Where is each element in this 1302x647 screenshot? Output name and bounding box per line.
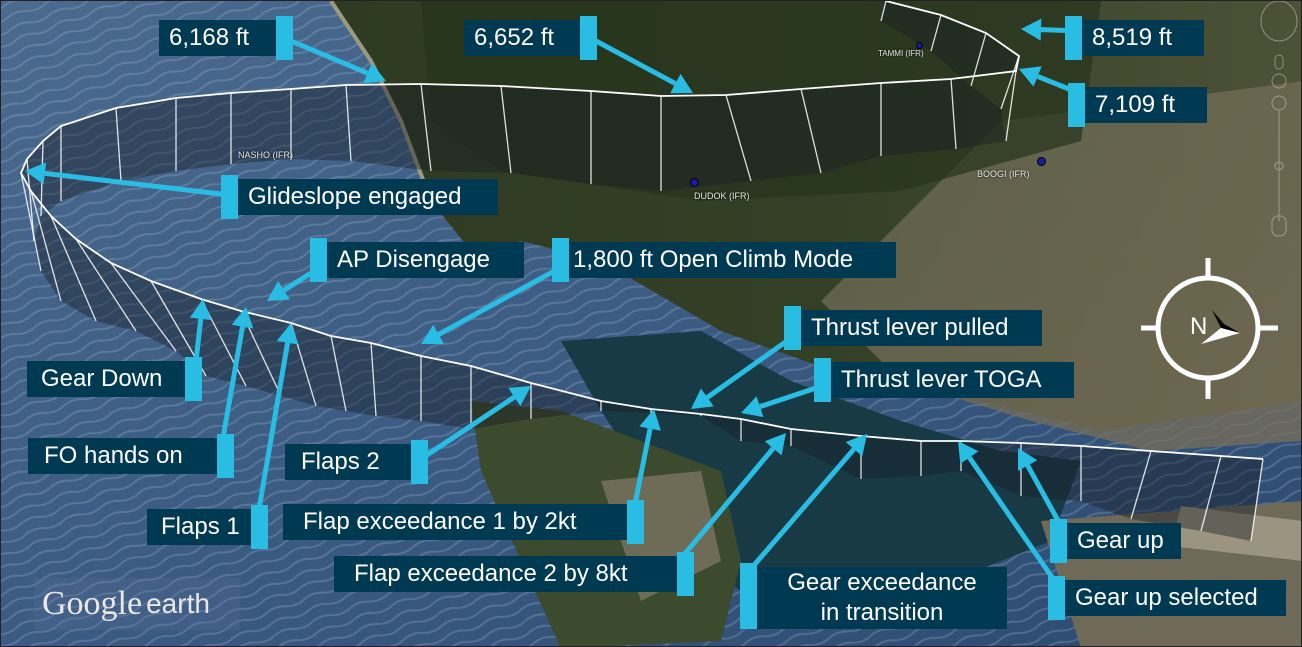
event-label-text: FO hands on bbox=[44, 442, 183, 469]
event-label-text: Thrust lever pulled bbox=[811, 314, 1009, 341]
label-tab bbox=[221, 175, 238, 219]
altitude-label: 8,519 ft bbox=[1065, 16, 1204, 60]
arrow-head-icon bbox=[1021, 18, 1042, 41]
label-tab bbox=[552, 238, 569, 282]
event-label-text: Flaps 2 bbox=[301, 448, 380, 475]
arrow-6168 bbox=[290, 38, 386, 84]
waypoint-label: TAMMI (IFR) bbox=[878, 49, 924, 58]
label-tab bbox=[784, 306, 801, 350]
event-label-text: in transition bbox=[820, 599, 944, 626]
flight-track-line bbox=[19, 1, 1264, 460]
event-label-text: Gear up bbox=[1077, 527, 1164, 554]
label-tab bbox=[217, 434, 234, 478]
altitude-label-text: 6,168 ft bbox=[169, 24, 250, 51]
label-tab bbox=[580, 16, 597, 60]
label-tab bbox=[251, 505, 268, 549]
event-label-fo-hands-on: FO hands on bbox=[28, 434, 234, 478]
navigation-controls[interactable] bbox=[1259, 1, 1301, 261]
arrow-shaft bbox=[290, 38, 369, 76]
waypoint-label: NASHO (IFR) bbox=[238, 150, 293, 160]
event-label-text: Flaps 1 bbox=[161, 513, 240, 540]
event-label-flaps-1: Flaps 1 bbox=[147, 505, 268, 549]
label-tab bbox=[740, 563, 757, 629]
waypoint-label: BOOGI (IFR) bbox=[977, 169, 1030, 179]
event-label-flap-exceedance-1: Flap exceedance 1 by 2kt bbox=[283, 500, 644, 544]
event-label-text: Gear exceedance bbox=[787, 569, 977, 596]
event-label-text: Thrust lever TOGA bbox=[841, 366, 1042, 393]
waypoint-label: DUDOK (IFR) bbox=[694, 191, 750, 201]
logo-earth-text: earth bbox=[146, 588, 210, 619]
altitude-label-text: 7,109 ft bbox=[1095, 91, 1176, 118]
label-tab bbox=[814, 358, 831, 402]
arrow-6652 bbox=[594, 38, 693, 94]
event-label-text: Flap exceedance 2 by 8kt bbox=[354, 560, 628, 587]
logo-google-text: Google bbox=[42, 585, 143, 622]
event-label-flap-exceedance-2: Flap exceedance 2 by 8kt bbox=[334, 552, 694, 596]
arrow-flap-exceedance-1 bbox=[632, 409, 661, 505]
label-tab bbox=[411, 440, 428, 484]
waypoint-marker[interactable] bbox=[690, 178, 699, 187]
look-joystick[interactable] bbox=[1260, 1, 1298, 42]
compass-rose[interactable]: N bbox=[1136, 256, 1281, 401]
compass-north-label: N bbox=[1190, 313, 1207, 340]
altitude-label-text: 8,519 ft bbox=[1092, 24, 1173, 51]
event-label-thrust-lever-pulled: Thrust lever pulled bbox=[784, 306, 1042, 350]
event-label-glideslope-engaged: Glideslope engaged bbox=[221, 175, 498, 219]
event-label-text: AP Disengage bbox=[337, 246, 490, 273]
event-label-text: 1,800 ft Open Climb Mode bbox=[573, 246, 854, 273]
tilt-up-button[interactable] bbox=[1274, 54, 1284, 70]
altitude-label: 6,652 ft bbox=[464, 16, 597, 60]
compass-ring bbox=[1155, 275, 1261, 381]
event-label-text: Gear up selected bbox=[1075, 584, 1258, 611]
label-tab bbox=[1065, 16, 1082, 60]
event-label-gear-down: Gear Down bbox=[27, 357, 202, 401]
event-label-gear-up-selected: Gear up selected bbox=[1048, 576, 1286, 620]
arrow-shaft bbox=[594, 38, 677, 86]
label-tab bbox=[185, 357, 202, 401]
altitude-label: 6,168 ft bbox=[159, 16, 293, 60]
event-label-text: Glideslope engaged bbox=[248, 183, 462, 210]
arrow-shaft bbox=[681, 446, 776, 558]
label-tab bbox=[1068, 83, 1085, 127]
event-label-gear-up: Gear up bbox=[1050, 519, 1181, 563]
move-joystick[interactable] bbox=[1271, 73, 1287, 89]
arrow-shaft bbox=[747, 447, 856, 573]
label-tab bbox=[677, 552, 694, 596]
label-tab bbox=[1050, 519, 1067, 563]
label-tab bbox=[276, 16, 293, 60]
event-label-text: Gear Down bbox=[41, 365, 163, 392]
arrow-shaft bbox=[632, 428, 653, 505]
event-label-open-climb-mode: 1,800 ft Open Climb Mode bbox=[552, 238, 896, 282]
altitude-label-text: 6,652 ft bbox=[474, 24, 555, 51]
altitude-label: 7,109 ft bbox=[1068, 83, 1207, 127]
label-tab bbox=[310, 238, 327, 282]
waypoint-marker[interactable] bbox=[916, 42, 923, 49]
google-earth-logo: Google earth bbox=[34, 578, 240, 630]
label-tab bbox=[1048, 576, 1065, 620]
waypoint-marker[interactable] bbox=[1037, 157, 1046, 166]
event-label-gear-exceedance: Gear exceedance in transition bbox=[740, 563, 1007, 629]
event-label-thrust-lever-toga: Thrust lever TOGA bbox=[814, 358, 1074, 402]
event-label-ap-disengage: AP Disengage bbox=[310, 238, 524, 282]
event-label-flaps-2: Flaps 2 bbox=[285, 440, 428, 484]
zoom-in-button[interactable] bbox=[1271, 95, 1287, 111]
event-label-text: Flap exceedance 1 by 2kt bbox=[303, 508, 577, 535]
google-earth-view[interactable]: NASHO (IFR) DUDOK (IFR) TAMMI (IFR) BOOG… bbox=[0, 0, 1302, 647]
label-tab bbox=[627, 500, 644, 544]
arrow-flap-exceedance-2 bbox=[681, 433, 786, 558]
arrow-head-icon bbox=[691, 388, 714, 409]
